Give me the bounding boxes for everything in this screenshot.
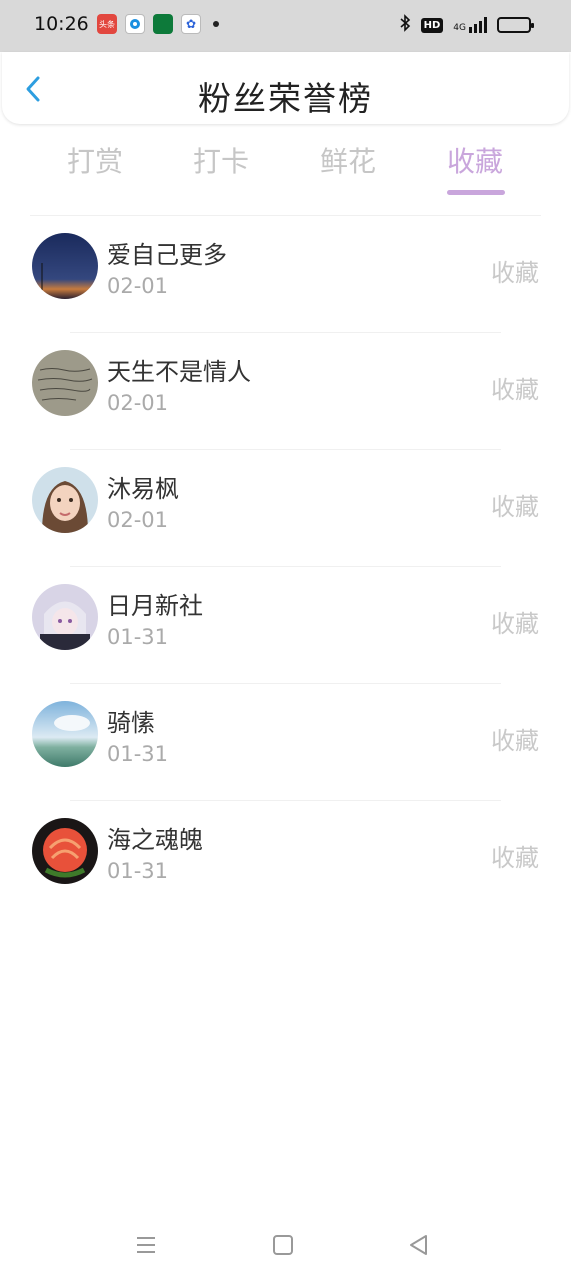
list-item[interactable]: 骑愫 01-31 收藏	[0, 683, 571, 800]
baidu-app-icon: ✿	[181, 14, 201, 34]
fan-action-label: 收藏	[491, 493, 539, 521]
list-item[interactable]: 海之魂魄 01-31 收藏	[0, 800, 571, 917]
fan-name: 天生不是情人	[107, 358, 251, 386]
fan-name: 海之魂魄	[107, 826, 203, 854]
oppo-app-icon	[153, 14, 173, 34]
signal-icon	[469, 17, 487, 33]
page-title: 粉丝荣誉榜	[198, 79, 373, 118]
browser-app-icon	[125, 14, 145, 34]
system-nav-bar	[0, 1222, 571, 1270]
fan-name: 日月新社	[107, 592, 203, 620]
avatar	[32, 701, 98, 767]
divider	[70, 566, 501, 567]
active-tab-indicator	[447, 190, 505, 195]
tab-bar: 打赏 打卡 鲜花 收藏	[0, 140, 571, 200]
divider	[70, 800, 501, 801]
fan-date: 02-01	[107, 274, 169, 298]
fan-date: 01-31	[107, 625, 169, 649]
avatar	[32, 467, 98, 533]
fan-action-label: 收藏	[491, 844, 539, 872]
back-nav-button[interactable]	[406, 1232, 432, 1258]
tab-favorites[interactable]: 收藏	[447, 140, 505, 195]
bluetooth-icon	[399, 14, 411, 36]
fan-name: 爱自己更多	[107, 241, 227, 269]
fan-action-label: 收藏	[491, 376, 539, 404]
more-notifications-dot	[213, 21, 219, 27]
toutiao-app-icon: 头条	[97, 14, 117, 34]
avatar	[32, 350, 98, 416]
menu-button[interactable]	[133, 1232, 159, 1258]
notification-icons: 头条 ✿	[97, 14, 219, 34]
divider	[70, 449, 501, 450]
fan-list: 爱自己更多 02-01 收藏 天生不是情人 02-01 收藏 沐易枫 02-01…	[0, 215, 571, 917]
fan-date: 01-31	[107, 742, 169, 766]
home-square-icon	[273, 1235, 293, 1255]
fan-date: 02-01	[107, 391, 169, 415]
divider	[70, 683, 501, 684]
status-indicators: HD 4G	[399, 14, 534, 36]
list-item[interactable]: 日月新社 01-31 收藏	[0, 566, 571, 683]
status-time: 10:26	[34, 13, 89, 35]
fan-action-label: 收藏	[491, 259, 539, 287]
fan-date: 02-01	[107, 508, 169, 532]
app-header: 粉丝荣誉榜	[2, 52, 569, 124]
triangle-back-icon	[410, 1235, 427, 1255]
list-item[interactable]: 天生不是情人 02-01 收藏	[0, 332, 571, 449]
menu-icon	[137, 1237, 155, 1253]
tab-flowers[interactable]: 鲜花	[320, 140, 376, 180]
fan-name: 骑愫	[107, 709, 155, 737]
battery-icon	[497, 17, 534, 33]
divider	[70, 332, 501, 333]
avatar	[32, 233, 98, 299]
fan-name: 沐易枫	[107, 475, 179, 503]
fan-date: 01-31	[107, 859, 169, 883]
divider	[30, 215, 541, 216]
list-item[interactable]: 沐易枫 02-01 收藏	[0, 449, 571, 566]
fan-action-label: 收藏	[491, 727, 539, 755]
network-type: 4G	[453, 23, 466, 33]
status-bar: 10:26 头条 ✿ HD 4G	[0, 0, 571, 52]
tab-favorites-label: 收藏	[447, 145, 504, 178]
home-button[interactable]	[270, 1232, 296, 1258]
list-item[interactable]: 爱自己更多 02-01 收藏	[0, 215, 571, 332]
signal-indicator: 4G	[453, 17, 487, 33]
fan-action-label: 收藏	[491, 610, 539, 638]
avatar	[32, 584, 98, 650]
tab-checkin[interactable]: 打卡	[193, 140, 249, 180]
avatar	[32, 818, 98, 884]
hd-badge: HD	[420, 17, 444, 33]
tab-reward[interactable]: 打赏	[67, 140, 123, 180]
